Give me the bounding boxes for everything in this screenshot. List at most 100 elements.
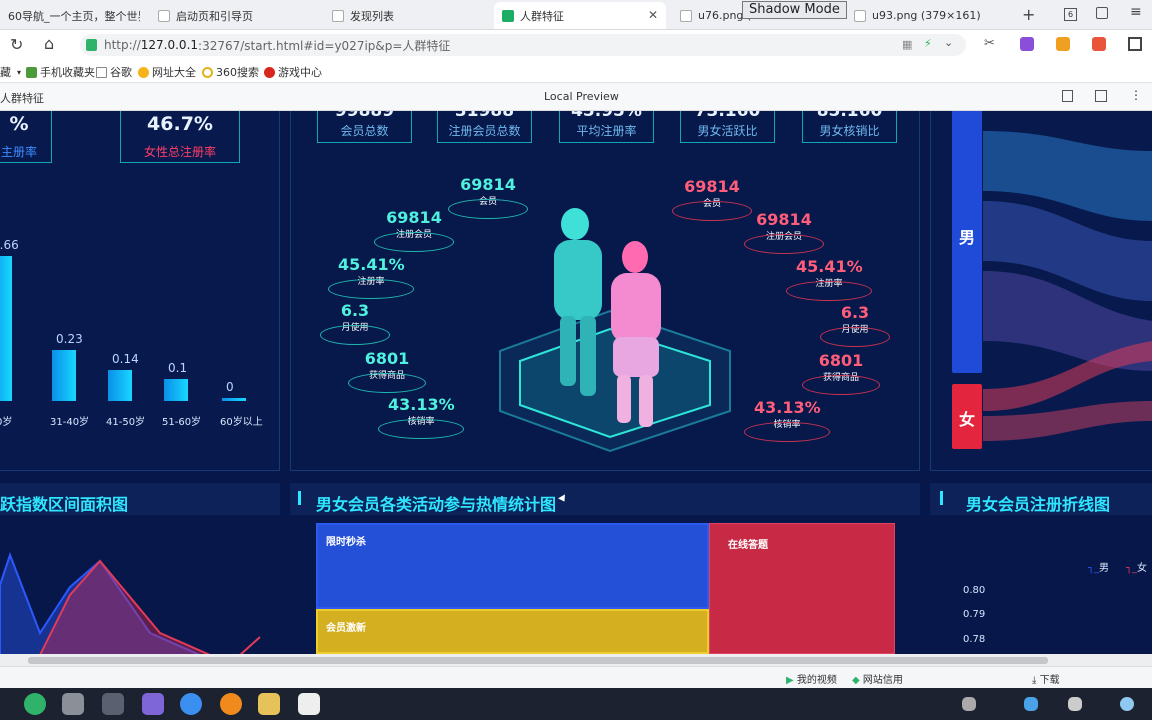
menu-icon[interactable]: ≡ — [1130, 4, 1142, 20]
tray-icon[interactable] — [962, 697, 976, 711]
stat-value: 45.95% — [571, 111, 642, 121]
age-bar — [164, 379, 188, 401]
avg-register-rate-card: 45.95% 平均注册率 — [559, 111, 654, 143]
bubble-ring — [820, 327, 890, 347]
page-icon — [96, 66, 107, 78]
registered-members-card: 31988 注册会员总数 — [437, 111, 532, 143]
tab-u93[interactable]: u93.png (379×161) — [846, 2, 1012, 29]
age-bar-value: 0.66 — [0, 238, 19, 252]
treemap-block-flash-sale[interactable]: 限时秒杀 — [316, 523, 709, 609]
video-icon: ▶ — [786, 675, 797, 686]
stat-label: 平均注册率 — [576, 124, 637, 138]
cube-app-icon[interactable] — [142, 693, 164, 715]
stat-value: % — [9, 113, 29, 135]
site-credit-link[interactable]: ◆ 网站信用 — [852, 671, 903, 686]
tab-count[interactable]: 6 — [1064, 8, 1077, 21]
bookmark-hao[interactable]: 网址大全 — [138, 64, 196, 80]
game-ext-icon[interactable] — [1092, 37, 1106, 51]
bubble-value: 43.13% — [754, 398, 821, 417]
my-video-link[interactable]: ▶ 我的视频 — [786, 671, 837, 686]
url-field[interactable]: http://127.0.0.1:32767/start.html#id=y02… — [80, 34, 966, 56]
new-tab-icon[interactable]: + — [1022, 5, 1035, 24]
folder-icon[interactable] — [258, 693, 280, 715]
stat-value: 46.7% — [147, 113, 213, 135]
tray-icon[interactable] — [1024, 697, 1038, 711]
reload-icon[interactable]: ↻ — [10, 35, 23, 54]
lightning-icon[interactable]: ⚡ — [924, 37, 932, 50]
age-bar-category: 60岁以上 — [220, 417, 263, 428]
home-icon[interactable]: ⌂ — [44, 34, 54, 53]
sankey-flows — [983, 131, 1152, 441]
tab-discover-list[interactable]: 发现列表 — [324, 2, 492, 29]
feather-app-icon[interactable] — [180, 693, 202, 715]
calculator-icon[interactable] — [102, 693, 124, 715]
bubble-ring — [378, 419, 464, 439]
bookmark-games[interactable]: 游戏中心 — [264, 64, 322, 80]
legend-female: ┐_女 — [1126, 559, 1147, 574]
treemap-block-quiz[interactable]: 在线答题 — [709, 523, 895, 654]
legend-text: 男 — [1099, 563, 1110, 574]
treemap-block-label: 在线答题 — [728, 540, 768, 551]
bookmark-favorites[interactable]: 藏 ▾ — [0, 64, 21, 80]
bubble-value: 45.41% — [796, 257, 863, 276]
hao-icon — [138, 66, 149, 78]
bookmark-mobile[interactable]: 手机收藏夹 — [26, 64, 95, 80]
title-marker-icon — [298, 491, 301, 505]
notes-icon[interactable] — [1062, 90, 1073, 102]
apps-grid-icon[interactable] — [1128, 37, 1142, 51]
tab-bar: 60导航_一个主页，整个世界 启动页和引导页 发现列表 人群特征 ✕ u76.pn… — [0, 0, 1152, 30]
qr-icon[interactable]: ▦ — [902, 38, 912, 51]
shield-ext-icon[interactable] — [1056, 37, 1070, 51]
bird-app-icon[interactable] — [62, 693, 84, 715]
female-writeoff-bubble: 43.13% 核销率 — [744, 398, 830, 442]
translate-icon[interactable] — [1020, 37, 1034, 51]
age-bar — [52, 350, 76, 401]
scrollbar-thumb[interactable] — [28, 657, 1048, 664]
page-title: 人群特征 — [0, 92, 44, 105]
treemap-block-label: 会员激新 — [326, 623, 366, 634]
male-writeoff-bubble: 43.13% 核销率 — [378, 395, 464, 439]
stat-value: 85.160 — [816, 111, 883, 121]
download-link[interactable]: ⤓ 下载 — [1032, 671, 1060, 686]
male-monthly-use-bubble: 6.3 月使用 — [320, 301, 390, 345]
tray-icon[interactable] — [1120, 697, 1134, 711]
tab-360-home[interactable]: 60导航_一个主页，整个世界 — [0, 2, 140, 29]
bookmark-google[interactable]: 谷歌 — [96, 64, 132, 80]
tab-label: 发现列表 — [350, 9, 394, 23]
stat-value: 31988 — [454, 111, 515, 121]
active-ratio-card: 73.160 男女活跃比 — [680, 111, 775, 143]
bookmark-label: 藏 — [0, 66, 11, 79]
female-register-rate-bubble: 45.41% 注册率 — [786, 257, 872, 301]
writeoff-ratio-card: 85.160 男女核销比 — [802, 111, 897, 143]
axure-app-icon[interactable] — [298, 693, 320, 715]
bubble-ring — [744, 422, 830, 442]
bubble-ring — [672, 201, 752, 221]
treemap-block-label: 限时秒杀 — [326, 537, 366, 548]
page-icon — [502, 9, 514, 22]
360-browser-icon[interactable] — [24, 693, 46, 715]
y-tick-label: 0.79 — [963, 609, 986, 620]
area-chart-title: 跃指数区间面积图 — [0, 495, 129, 514]
scissors-icon[interactable]: ✂ — [984, 36, 995, 51]
game-icon — [264, 66, 275, 78]
tray-icon[interactable] — [1068, 697, 1082, 711]
bookmark-360search[interactable]: 360搜索 — [202, 64, 259, 80]
treemap-block-member-new[interactable]: 会员激新 — [316, 609, 709, 654]
tab-crowd-features[interactable]: 人群特征 ✕ — [494, 2, 666, 29]
tab-launch-page[interactable]: 启动页和引导页 — [150, 2, 318, 29]
expand-icon[interactable] — [1095, 90, 1107, 102]
more-icon[interactable]: ⋮ — [1130, 88, 1142, 102]
shirt-icon[interactable] — [1096, 7, 1108, 19]
age-bar-value: 0 — [226, 380, 234, 394]
url-rest: :32767/start.html#id=y027ip&p=人群特征 — [198, 38, 451, 53]
line-chart-title: 男女会员注册折线图 — [966, 495, 1111, 514]
chevron-down-icon[interactable]: ⌄ — [944, 36, 953, 49]
tab-label: 人群特征 — [520, 9, 564, 23]
age-bar-category: 41-50岁 — [106, 417, 146, 428]
close-icon[interactable]: ✕ — [648, 8, 658, 22]
bubble-value: 69814 — [756, 210, 812, 229]
chat-app-icon[interactable] — [220, 693, 242, 715]
horizontal-scrollbar[interactable] — [0, 654, 1152, 666]
bubble-ring — [786, 281, 872, 301]
page-icon — [332, 9, 344, 22]
